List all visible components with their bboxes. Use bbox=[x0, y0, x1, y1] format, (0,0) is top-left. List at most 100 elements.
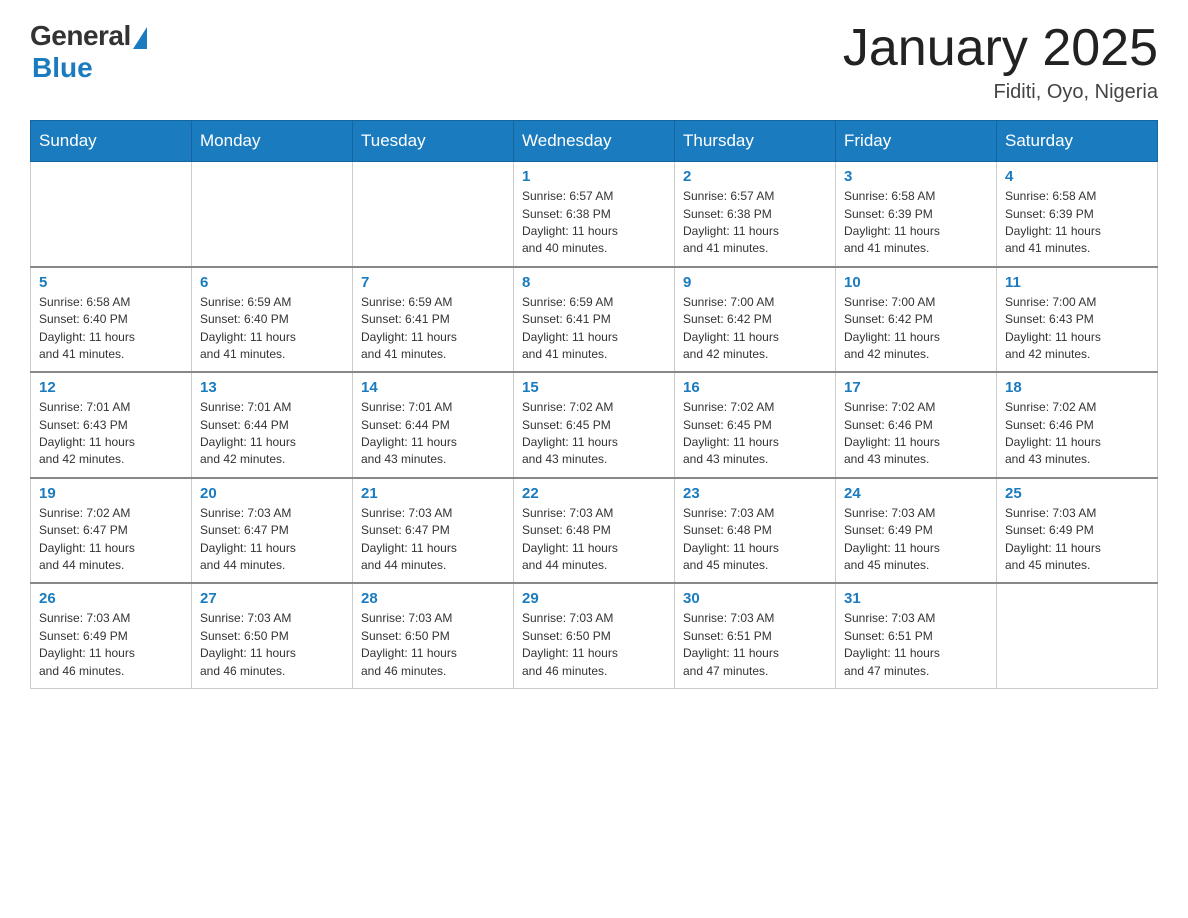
day-info: Sunrise: 7:02 AM Sunset: 6:46 PM Dayligh… bbox=[844, 399, 988, 469]
calendar-cell: 31 Sunrise: 7:03 AM Sunset: 6:51 PM Dayli… bbox=[836, 583, 997, 688]
calendar-cell: 22Sunrise: 7:03 AM Sunset: 6:48 PM Dayli… bbox=[514, 478, 675, 584]
calendar-week-row: 19Sunrise: 7:02 AM Sunset: 6:47 PM Dayli… bbox=[31, 478, 1158, 584]
page-header: General Blue January 2025 Fiditi, Oyo, N… bbox=[30, 20, 1158, 104]
day-number: 9 bbox=[683, 274, 827, 291]
day-number: 31 bbox=[844, 590, 988, 607]
calendar-cell: 3 Sunrise: 6:58 AM Sunset: 6:39 PM Daylig… bbox=[836, 162, 997, 267]
day-number: 28 bbox=[361, 590, 505, 607]
day-info: Sunrise: 7:03 AM Sunset: 6:51 PM Dayligh… bbox=[844, 610, 988, 680]
calendar-cell bbox=[31, 162, 192, 267]
calendar-cell: 23 Sunrise: 7:03 AM Sunset: 6:48 PM Dayli… bbox=[675, 478, 836, 584]
calendar-cell: 10 Sunrise: 7:00 AM Sunset: 6:42 PM Dayli… bbox=[836, 267, 997, 373]
calendar-cell: 24Sunrise: 7:03 AM Sunset: 6:49 PM Dayli… bbox=[836, 478, 997, 584]
day-number: 3 bbox=[844, 168, 988, 185]
day-number: 24 bbox=[844, 485, 988, 502]
day-number: 8 bbox=[522, 274, 666, 291]
logo-blue-text: Blue bbox=[32, 52, 93, 84]
day-number: 12 bbox=[39, 379, 183, 396]
day-number: 15 bbox=[522, 379, 666, 396]
day-number: 26 bbox=[39, 590, 183, 607]
day-number: 30 bbox=[683, 590, 827, 607]
day-info: Sunrise: 7:03 AM Sunset: 6:49 PM Dayligh… bbox=[1005, 505, 1149, 575]
day-number: 14 bbox=[361, 379, 505, 396]
day-info: Sunrise: 7:03 AM Sunset: 6:47 PM Dayligh… bbox=[200, 505, 344, 575]
calendar-cell: 28 Sunrise: 7:03 AM Sunset: 6:50 PM Dayli… bbox=[353, 583, 514, 688]
day-info: Sunrise: 7:02 AM Sunset: 6:46 PM Dayligh… bbox=[1005, 399, 1149, 469]
calendar-cell bbox=[353, 162, 514, 267]
day-info: Sunrise: 6:59 AM Sunset: 6:41 PM Dayligh… bbox=[361, 294, 505, 364]
day-number: 27 bbox=[200, 590, 344, 607]
calendar-cell: 19Sunrise: 7:02 AM Sunset: 6:47 PM Dayli… bbox=[31, 478, 192, 584]
day-info: Sunrise: 7:02 AM Sunset: 6:47 PM Dayligh… bbox=[39, 505, 183, 575]
calendar-cell: 1 Sunrise: 6:57 AM Sunset: 6:38 PM Daylig… bbox=[514, 162, 675, 267]
day-info: Sunrise: 6:57 AM Sunset: 6:38 PM Dayligh… bbox=[683, 188, 827, 258]
calendar-cell: 25 Sunrise: 7:03 AM Sunset: 6:49 PM Dayli… bbox=[997, 478, 1158, 584]
day-info: Sunrise: 7:03 AM Sunset: 6:51 PM Dayligh… bbox=[683, 610, 827, 680]
calendar-cell: 16Sunrise: 7:02 AM Sunset: 6:45 PM Dayli… bbox=[675, 372, 836, 478]
day-number: 4 bbox=[1005, 168, 1149, 185]
day-info: Sunrise: 6:58 AM Sunset: 6:40 PM Dayligh… bbox=[39, 294, 183, 364]
day-number: 17 bbox=[844, 379, 988, 396]
day-number: 5 bbox=[39, 274, 183, 291]
day-info: Sunrise: 7:03 AM Sunset: 6:50 PM Dayligh… bbox=[361, 610, 505, 680]
calendar-cell: 29 Sunrise: 7:03 AM Sunset: 6:50 PM Dayli… bbox=[514, 583, 675, 688]
title-block: January 2025 Fiditi, Oyo, Nigeria bbox=[843, 20, 1158, 104]
day-info: Sunrise: 7:00 AM Sunset: 6:42 PM Dayligh… bbox=[844, 294, 988, 364]
calendar-header-thursday: Thursday bbox=[675, 121, 836, 162]
day-number: 16 bbox=[683, 379, 827, 396]
day-number: 23 bbox=[683, 485, 827, 502]
calendar-cell bbox=[192, 162, 353, 267]
calendar-header-monday: Monday bbox=[192, 121, 353, 162]
day-info: Sunrise: 7:00 AM Sunset: 6:42 PM Dayligh… bbox=[683, 294, 827, 364]
day-number: 13 bbox=[200, 379, 344, 396]
day-number: 20 bbox=[200, 485, 344, 502]
calendar-cell: 15Sunrise: 7:02 AM Sunset: 6:45 PM Dayli… bbox=[514, 372, 675, 478]
day-info: Sunrise: 7:03 AM Sunset: 6:49 PM Dayligh… bbox=[39, 610, 183, 680]
calendar-cell: 13 Sunrise: 7:01 AM Sunset: 6:44 PM Dayli… bbox=[192, 372, 353, 478]
day-info: Sunrise: 6:59 AM Sunset: 6:41 PM Dayligh… bbox=[522, 294, 666, 364]
calendar-header-wednesday: Wednesday bbox=[514, 121, 675, 162]
day-number: 11 bbox=[1005, 274, 1149, 291]
day-info: Sunrise: 7:03 AM Sunset: 6:50 PM Dayligh… bbox=[200, 610, 344, 680]
calendar-cell: 26 Sunrise: 7:03 AM Sunset: 6:49 PM Dayli… bbox=[31, 583, 192, 688]
calendar-header-tuesday: Tuesday bbox=[353, 121, 514, 162]
day-info: Sunrise: 6:58 AM Sunset: 6:39 PM Dayligh… bbox=[844, 188, 988, 258]
calendar-cell: 12Sunrise: 7:01 AM Sunset: 6:43 PM Dayli… bbox=[31, 372, 192, 478]
calendar-week-row: 26 Sunrise: 7:03 AM Sunset: 6:49 PM Dayli… bbox=[31, 583, 1158, 688]
day-number: 7 bbox=[361, 274, 505, 291]
calendar-header-row: SundayMondayTuesdayWednesdayThursdayFrid… bbox=[31, 121, 1158, 162]
calendar-cell: 30 Sunrise: 7:03 AM Sunset: 6:51 PM Dayli… bbox=[675, 583, 836, 688]
calendar-week-row: 5 Sunrise: 6:58 AM Sunset: 6:40 PM Daylig… bbox=[31, 267, 1158, 373]
calendar-table: SundayMondayTuesdayWednesdayThursdayFrid… bbox=[30, 120, 1158, 689]
calendar-cell: 18 Sunrise: 7:02 AM Sunset: 6:46 PM Dayli… bbox=[997, 372, 1158, 478]
calendar-cell: 17 Sunrise: 7:02 AM Sunset: 6:46 PM Dayli… bbox=[836, 372, 997, 478]
calendar-cell: 27 Sunrise: 7:03 AM Sunset: 6:50 PM Dayli… bbox=[192, 583, 353, 688]
calendar-cell: 7 Sunrise: 6:59 AM Sunset: 6:41 PM Daylig… bbox=[353, 267, 514, 373]
day-info: Sunrise: 7:01 AM Sunset: 6:44 PM Dayligh… bbox=[200, 399, 344, 469]
calendar-cell: 9 Sunrise: 7:00 AM Sunset: 6:42 PM Daylig… bbox=[675, 267, 836, 373]
calendar-header-sunday: Sunday bbox=[31, 121, 192, 162]
day-info: Sunrise: 6:57 AM Sunset: 6:38 PM Dayligh… bbox=[522, 188, 666, 258]
day-number: 10 bbox=[844, 274, 988, 291]
logo-triangle-icon bbox=[133, 27, 147, 49]
calendar-cell: 4Sunrise: 6:58 AM Sunset: 6:39 PM Daylig… bbox=[997, 162, 1158, 267]
day-info: Sunrise: 7:01 AM Sunset: 6:44 PM Dayligh… bbox=[361, 399, 505, 469]
logo-general-text: General bbox=[30, 20, 131, 52]
calendar-week-row: 12Sunrise: 7:01 AM Sunset: 6:43 PM Dayli… bbox=[31, 372, 1158, 478]
day-number: 25 bbox=[1005, 485, 1149, 502]
calendar-header-friday: Friday bbox=[836, 121, 997, 162]
calendar-cell: 5 Sunrise: 6:58 AM Sunset: 6:40 PM Daylig… bbox=[31, 267, 192, 373]
day-info: Sunrise: 7:03 AM Sunset: 6:48 PM Dayligh… bbox=[683, 505, 827, 575]
day-info: Sunrise: 7:03 AM Sunset: 6:50 PM Dayligh… bbox=[522, 610, 666, 680]
day-number: 29 bbox=[522, 590, 666, 607]
day-info: Sunrise: 7:03 AM Sunset: 6:47 PM Dayligh… bbox=[361, 505, 505, 575]
logo: General Blue bbox=[30, 20, 147, 84]
calendar-cell: 2Sunrise: 6:57 AM Sunset: 6:38 PM Daylig… bbox=[675, 162, 836, 267]
calendar-header-saturday: Saturday bbox=[997, 121, 1158, 162]
calendar-week-row: 1 Sunrise: 6:57 AM Sunset: 6:38 PM Daylig… bbox=[31, 162, 1158, 267]
day-number: 1 bbox=[522, 168, 666, 185]
day-info: Sunrise: 7:00 AM Sunset: 6:43 PM Dayligh… bbox=[1005, 294, 1149, 364]
day-number: 18 bbox=[1005, 379, 1149, 396]
calendar-cell: 11 Sunrise: 7:00 AM Sunset: 6:43 PM Dayli… bbox=[997, 267, 1158, 373]
calendar-cell bbox=[997, 583, 1158, 688]
